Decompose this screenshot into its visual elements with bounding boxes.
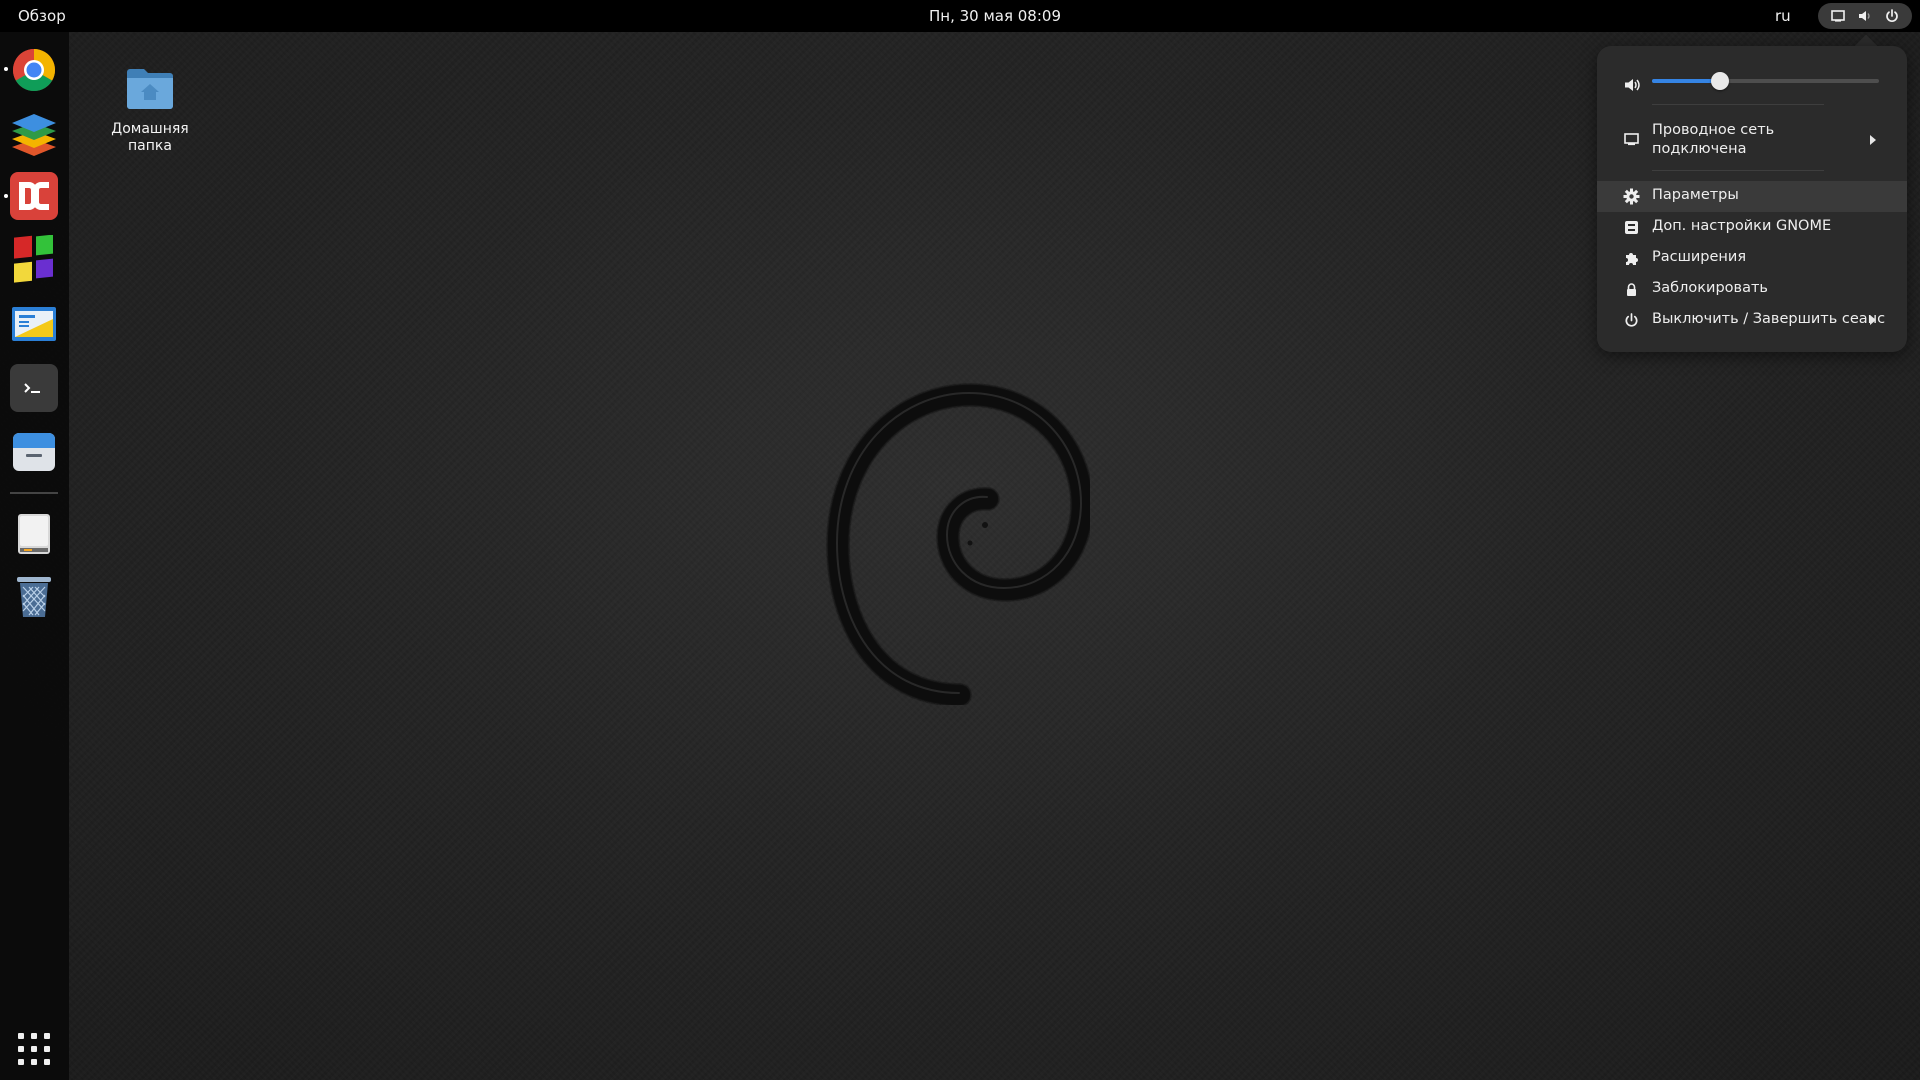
menu-separator — [1652, 170, 1824, 171]
volume-slider-fill — [1652, 79, 1721, 83]
app-grid-icon — [18, 1033, 24, 1039]
drive-icon[interactable] — [10, 510, 58, 558]
keyboard-layout-indicator[interactable]: ru — [1775, 0, 1791, 32]
gear-icon — [1623, 188, 1640, 205]
app-grid-icon — [31, 1046, 37, 1052]
app-grid-icon — [18, 1059, 24, 1065]
gnome-tweaks-label: Доп. настройки GNOME — [1652, 218, 1832, 234]
network-status-label: Проводное сеть подключена — [1652, 122, 1775, 157]
presentation-app-icon[interactable] — [10, 301, 58, 349]
volume-icon — [1625, 79, 1640, 91]
extensions-menu-item[interactable]: Расширения — [1597, 243, 1907, 274]
terminal-icon[interactable] — [10, 364, 58, 412]
power-icon — [1625, 313, 1638, 327]
app-grid-icon — [44, 1059, 50, 1065]
menu-separator — [1652, 104, 1824, 105]
running-indicator — [4, 194, 8, 198]
chrome-icon[interactable] — [10, 46, 58, 94]
trash-icon[interactable] — [10, 573, 58, 621]
clock[interactable]: Пн, 30 мая 08:09 — [0, 0, 1920, 32]
app-grid-icon — [44, 1046, 50, 1052]
lock-menu-item[interactable]: Заблокировать — [1597, 274, 1907, 305]
home-folder-label: Домашняя папка — [111, 121, 189, 154]
files-app-icon[interactable] — [10, 428, 58, 476]
submenu-arrow-icon — [1870, 315, 1876, 325]
lock-icon — [1627, 283, 1636, 296]
desktop-home-folder[interactable]: Домашняя папка — [106, 60, 194, 155]
home-folder-icon — [127, 69, 173, 109]
volume-slider-handle[interactable] — [1711, 72, 1730, 90]
system-menu: Проводное сеть подключена Параметры Доп.… — [1597, 46, 1907, 352]
puzzle-icon — [1626, 253, 1638, 265]
app-grid-icon — [44, 1033, 50, 1039]
submenu-arrow-icon — [1870, 135, 1876, 145]
power-off-menu-item[interactable]: Выключить / Завершить сеанс — [1597, 305, 1907, 336]
volume-row — [1597, 68, 1907, 100]
top-bar: Обзор Пн, 30 мая 08:09 ru — [0, 0, 1920, 32]
app-grid-icon — [31, 1033, 37, 1039]
colorful-cards-app-icon[interactable] — [10, 235, 58, 283]
power-icon — [1886, 9, 1899, 23]
extensions-label: Расширения — [1652, 249, 1747, 265]
volume-slider[interactable] — [1652, 72, 1879, 90]
settings-menu-item[interactable]: Параметры — [1597, 181, 1907, 212]
app-grid-icon — [18, 1046, 24, 1052]
system-status-area[interactable] — [1818, 3, 1912, 29]
network-wired-icon — [1624, 133, 1639, 146]
running-indicator — [4, 67, 8, 71]
settings-label: Параметры — [1652, 187, 1739, 203]
show-applications-button[interactable] — [17, 1032, 51, 1066]
dash-dock — [0, 32, 69, 1080]
debian-swirl-logo — [826, 383, 1090, 705]
volume-icon — [1858, 11, 1870, 21]
dc-app-icon[interactable] — [10, 172, 58, 220]
network-menu-item[interactable]: Проводное сеть подключена — [1597, 114, 1907, 166]
lock-label: Заблокировать — [1652, 280, 1768, 296]
dock-separator — [10, 492, 58, 494]
network-wired-icon — [1830, 10, 1845, 22]
tweaks-icon — [1625, 221, 1638, 234]
gnome-tweaks-menu-item[interactable]: Доп. настройки GNOME — [1597, 212, 1907, 243]
power-off-label: Выключить / Завершить сеанс — [1652, 311, 1886, 327]
layers-app-icon[interactable] — [10, 110, 58, 158]
app-grid-icon — [31, 1059, 37, 1065]
